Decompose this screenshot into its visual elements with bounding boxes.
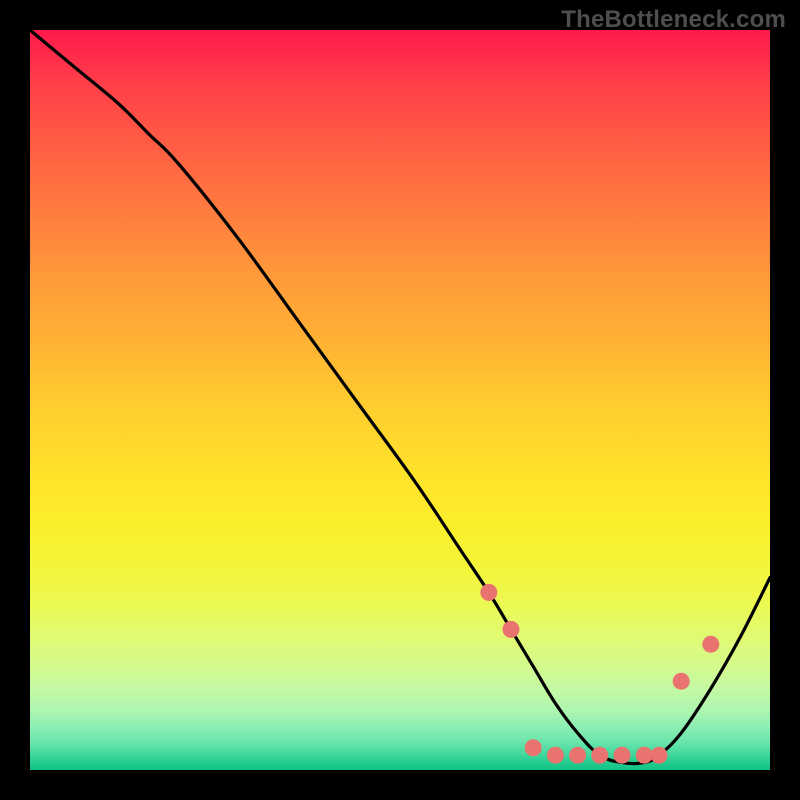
- curve-marker: [547, 747, 564, 764]
- bottleneck-curve-chart: [30, 30, 770, 770]
- curve-marker: [480, 584, 497, 601]
- plot-area: [30, 30, 770, 770]
- curve-marker: [702, 636, 719, 653]
- curve-marker: [503, 621, 520, 638]
- bottleneck-curve: [30, 30, 770, 764]
- curve-marker: [525, 739, 542, 756]
- bottleneck-range-markers: [480, 584, 719, 764]
- watermark-text: TheBottleneck.com: [561, 6, 786, 34]
- curve-marker: [651, 747, 668, 764]
- curve-marker: [673, 673, 690, 690]
- curve-marker: [591, 747, 608, 764]
- chart-frame: TheBottleneck.com: [0, 0, 800, 800]
- curve-marker: [569, 747, 586, 764]
- curve-marker: [636, 747, 653, 764]
- curve-marker: [614, 747, 631, 764]
